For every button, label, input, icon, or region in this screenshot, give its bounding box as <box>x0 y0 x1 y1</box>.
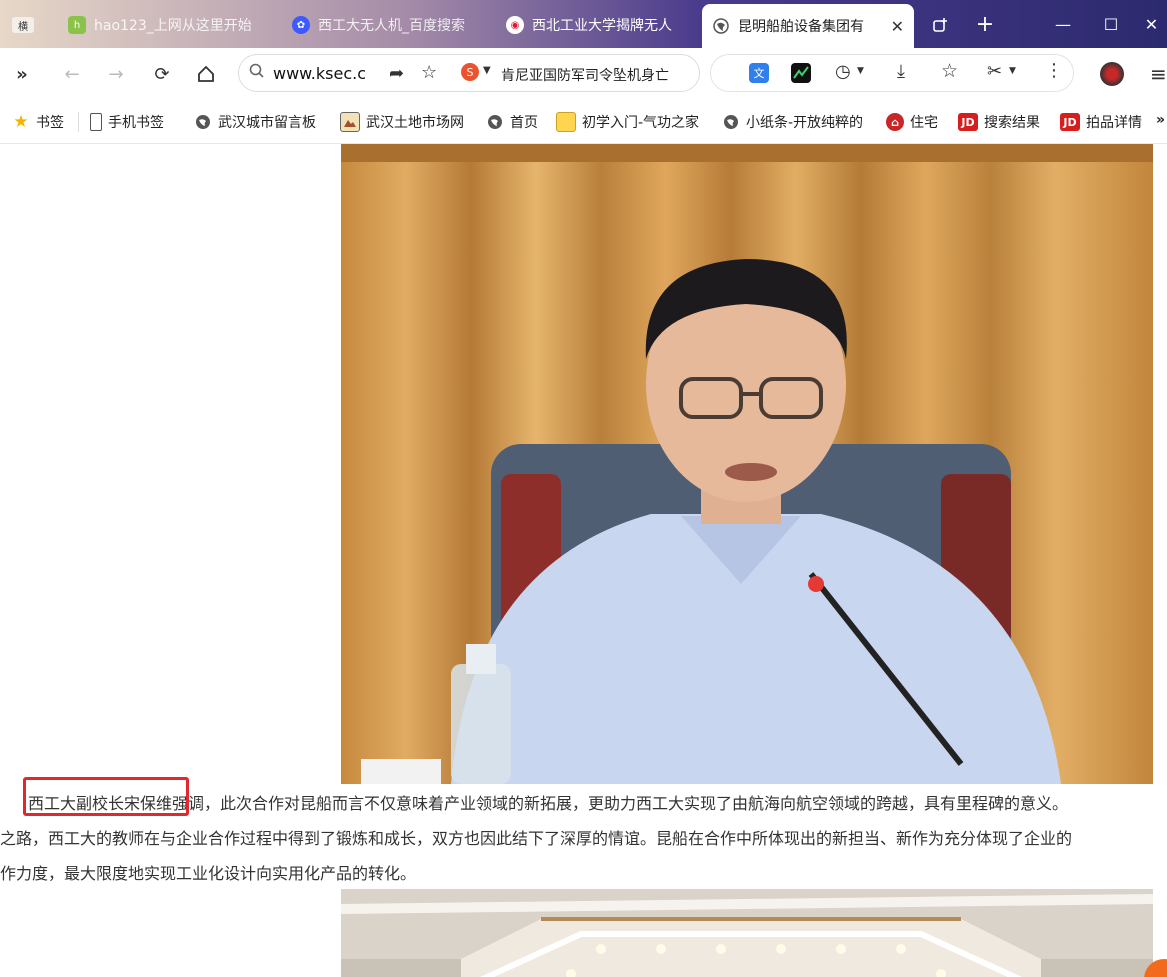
tab-active[interactable]: 昆明船舶设备集团有 ✕ <box>702 4 914 48</box>
page-content: 西工大副校长宋保维强调，此次合作对昆船而言不仅意味着产业领域的新拓展，更助力西工… <box>0 144 1167 977</box>
bookmark-star-icon[interactable]: ☆ <box>421 62 437 83</box>
house-icon: ⌂ <box>886 113 904 131</box>
reload-icon[interactable]: ⟳ <box>146 58 178 90</box>
forward-arrow-icon[interactable]: → <box>100 58 132 90</box>
home-icon[interactable] <box>190 58 222 90</box>
red-highlight-box <box>23 777 189 816</box>
tab-search-icon[interactable] <box>918 8 964 40</box>
bookmarks-bar: ★ 书签 手机书签 武汉城市留言板 武汉土地市场网 首页 初学入门-气功之家 小… <box>0 100 1167 144</box>
toolbar: » ← → ⟳ www.ksec.c ➦ ☆ S ▼ 肯尼亚国防军司令坠机身亡 … <box>0 48 1167 100</box>
bookmark-item[interactable]: 小纸条-开放纯粹的 <box>722 112 872 132</box>
share-icon[interactable]: ➦ <box>389 63 404 84</box>
bookmark-label: 武汉城市留言板 <box>218 115 316 131</box>
minimize-icon[interactable]: — <box>1040 8 1086 40</box>
sidebar-toggle-icon[interactable]: » <box>6 58 38 90</box>
article-line-2: 之路，西工大的教师在与企业合作过程中得到了锻炼和成长，双方也因此结下了深厚的情谊… <box>0 829 1073 848</box>
bookmark-item[interactable]: ⌂ 住宅 <box>886 112 938 132</box>
jd-icon: JD <box>1060 113 1080 131</box>
bookmark-label: 住宅 <box>910 115 938 131</box>
bookmark-label: 武汉土地市场网 <box>366 115 464 131</box>
sogou-search-icon[interactable]: S <box>461 63 479 81</box>
globe-icon <box>486 113 504 131</box>
article-photo-speaker <box>341 144 1153 784</box>
article-text: 强调，此次合作对昆船而言不仅意味着产业领域的新拓展，更助力西工大实现了由航海向航… <box>172 794 1069 813</box>
bookmark-item[interactable]: 武汉土地市场网 <box>340 112 464 132</box>
tab-hao123[interactable]: h hao123_上网从这里开始 <box>58 6 272 44</box>
star-icon: ★ <box>13 112 29 132</box>
tab-baidu[interactable]: ✿ 西工大无人机_百度搜索 <box>282 6 492 44</box>
bookmark-item[interactable]: 手机书签 <box>90 112 164 132</box>
tab-title: 昆明船舶设备集团有 <box>738 19 864 35</box>
jd-icon: JD <box>958 113 978 131</box>
bookmark-label: 拍品详情 <box>1086 115 1142 131</box>
bookmark-label: 书签 <box>36 115 64 131</box>
search-icon <box>249 63 265 83</box>
article-photo-hall <box>341 889 1153 977</box>
chevron-down-icon[interactable]: ▼ <box>1009 66 1016 76</box>
article-line-3: 作力度，最大限度地实现工业化设计向实用化产品的转化。 <box>0 864 417 883</box>
bookmark-item[interactable]: 武汉城市留言板 <box>194 112 316 132</box>
search-suggestion[interactable]: 肯尼亚国防军司令坠机身亡 <box>501 65 691 85</box>
globe-icon <box>194 113 212 131</box>
bookmark-label: 小纸条-开放纯粹的 <box>746 115 864 131</box>
landscape-icon <box>340 112 360 132</box>
phone-icon <box>90 113 102 131</box>
baidu-paw-icon: ✿ <box>292 16 310 34</box>
screenshot-scissors-icon[interactable]: ✂ <box>987 61 1002 82</box>
history-icon[interactable]: ◷ <box>835 61 851 82</box>
chevron-down-icon[interactable]: ▼ <box>857 66 864 76</box>
back-arrow-icon[interactable]: ← <box>56 58 88 90</box>
tab-title: 西工大无人机_百度搜索 <box>318 18 465 34</box>
more-vertical-icon[interactable]: ⋮ <box>1045 60 1063 81</box>
pinned-tab-label: 横 <box>12 17 34 33</box>
address-bar[interactable]: www.ksec.c ➦ ☆ S ▼ 肯尼亚国防军司令坠机身亡 <box>238 54 700 92</box>
hao123-icon: h <box>68 16 86 34</box>
url-text[interactable]: www.ksec.c <box>273 64 365 83</box>
bookmark-item[interactable]: ★ 书签 <box>12 112 64 132</box>
close-window-icon[interactable]: ✕ <box>1136 8 1167 40</box>
bookmark-label: 搜索结果 <box>984 115 1040 131</box>
translate-icon[interactable]: 文 <box>749 63 769 83</box>
tab-pinned[interactable]: 横 <box>6 6 40 44</box>
note-icon <box>556 112 576 132</box>
bookmark-item[interactable]: 初学入门-气功之家 <box>556 112 708 132</box>
globe-icon <box>722 113 740 131</box>
weibo-icon: ◉ <box>506 16 524 34</box>
menu-icon[interactable]: ≡ <box>1150 62 1167 86</box>
extension-bar: 文 ◷ ▼ ⤓ ☆ ✂ ▼ ⋮ <box>710 54 1074 92</box>
divider <box>78 112 79 132</box>
bookmark-item[interactable]: 首页 <box>486 112 538 132</box>
close-icon[interactable]: ✕ <box>891 17 904 36</box>
chevron-down-icon[interactable]: ▼ <box>483 65 491 76</box>
more-bookmarks-icon[interactable]: » <box>1156 112 1165 128</box>
stock-chart-icon[interactable] <box>791 63 811 83</box>
tab-strip: 横 h hao123_上网从这里开始 ✿ 西工大无人机_百度搜索 ◉ 西北工业大… <box>0 0 1167 48</box>
download-icon[interactable]: ⤓ <box>897 61 905 82</box>
maximize-icon[interactable]: ☐ <box>1088 8 1134 40</box>
bookmark-item[interactable]: JD 拍品详情 <box>1060 112 1144 132</box>
tab-title: hao123_上网从这里开始 <box>94 18 252 34</box>
bookmark-item[interactable]: JD 搜索结果 <box>958 112 1040 132</box>
globe-icon <box>712 17 730 35</box>
new-tab-plus-icon[interactable]: + <box>962 8 1008 40</box>
tab-weibo[interactable]: ◉ 西北工业大学揭牌无人 <box>496 6 696 44</box>
favorites-star-icon[interactable]: ☆ <box>941 60 958 82</box>
bookmark-label: 手机书签 <box>108 115 164 131</box>
bookmark-label: 初学入门-气功之家 <box>582 115 700 131</box>
avatar[interactable] <box>1100 62 1124 86</box>
tab-title: 西北工业大学揭牌无人 <box>532 18 672 34</box>
bookmark-label: 首页 <box>510 115 538 131</box>
